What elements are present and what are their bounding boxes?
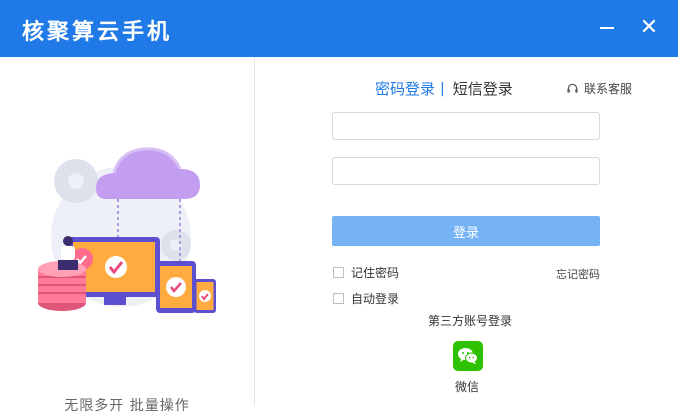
panel-divider (254, 57, 255, 406)
login-tabs: 密码登录 | 短信登录 (375, 78, 513, 99)
contact-support-link[interactable]: 联系客服 (566, 80, 632, 97)
left-panel: 无限多开 批量操作 (0, 57, 254, 414)
username-input[interactable] (332, 112, 600, 140)
remember-password-label: 记住密码 (351, 266, 400, 280)
close-icon: ✕ (639, 15, 659, 40)
cloud-devices-illustration (38, 147, 216, 313)
tab-separator: | (440, 80, 445, 97)
wechat-icon (458, 348, 478, 365)
wechat-label: 微信 (455, 380, 480, 394)
title-bar: 核聚算云手机 ✕ (0, 0, 678, 57)
tab-password-login[interactable]: 密码登录 (375, 78, 435, 99)
slogan-text: 无限多开 批量操作 (64, 398, 190, 414)
minimize-button[interactable] (592, 14, 622, 42)
login-button[interactable]: 登录 (332, 216, 600, 246)
remember-password-box[interactable] (333, 267, 344, 278)
forgot-password-link[interactable]: 忘记密码 (556, 266, 600, 282)
auto-login-box[interactable] (333, 293, 344, 304)
auto-login-label: 自动登录 (351, 292, 400, 306)
headset-icon (567, 83, 578, 93)
third-party-login-title: 第三方账号登录 (428, 314, 513, 328)
app-title: 核聚算云手机 (22, 20, 173, 45)
wechat-login-button[interactable] (453, 341, 483, 371)
password-input[interactable] (332, 157, 600, 185)
auto-login-checkbox[interactable]: 自动登录 (333, 290, 399, 307)
minimize-icon (600, 27, 614, 29)
tab-sms-login[interactable]: 短信登录 (453, 78, 513, 99)
remember-password-checkbox[interactable]: 记住密码 (333, 264, 399, 281)
contact-support-label: 联系客服 (584, 82, 633, 96)
close-button[interactable]: ✕ (634, 14, 664, 42)
